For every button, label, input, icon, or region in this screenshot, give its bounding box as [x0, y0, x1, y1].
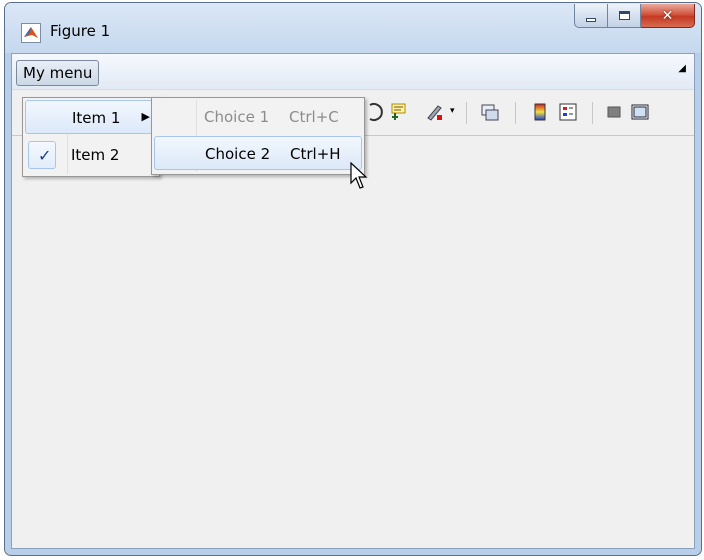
maximize-button[interactable] [608, 4, 641, 28]
link-icon[interactable] [480, 102, 500, 122]
checkmark-box: ✓ [28, 141, 56, 169]
menu-bar: My menu ◢ [12, 54, 694, 90]
submenu-item-label: Choice 1 [204, 108, 270, 126]
menu-item-label: Item 2 [71, 146, 120, 164]
menu-item-item-2[interactable]: ✓ Item 2 [25, 138, 157, 172]
toolbar-separator [466, 102, 467, 124]
window-title: Figure 1 [50, 22, 111, 40]
show-plot-tools-icon[interactable] [630, 102, 650, 122]
toolbar-separator [592, 102, 593, 124]
brush-icon[interactable] [424, 102, 444, 122]
checkmark-icon: ✓ [38, 146, 52, 165]
item-1-submenu: Choice 1 Ctrl+C Choice 2 Ctrl+H [151, 97, 365, 175]
figure-window: Figure 1 ✕ My menu ◢ ▾ [4, 2, 702, 556]
accelerator-label: Ctrl+C [289, 108, 339, 126]
legend-icon[interactable] [558, 102, 578, 122]
title-bar[interactable]: Figure 1 ✕ [5, 3, 701, 53]
submenu-item-choice-2[interactable]: Choice 2 Ctrl+H [154, 136, 362, 170]
mouse-cursor-icon [350, 162, 368, 189]
maximize-icon [618, 11, 630, 20]
toolbar-overflow-icon[interactable]: ◢ [678, 63, 686, 74]
close-button[interactable]: ✕ [641, 4, 695, 28]
hide-plot-tools-icon[interactable] [604, 102, 624, 122]
close-icon: ✕ [661, 7, 674, 24]
submenu-item-choice-1[interactable]: Choice 1 Ctrl+C [154, 100, 362, 134]
menu-item-label: Item 1 [72, 109, 121, 127]
my-menu-dropdown: Item 1 ▶ ✓ Item 2 [22, 97, 160, 177]
my-menu[interactable]: My menu [16, 60, 100, 86]
minimize-button[interactable] [574, 4, 608, 28]
toolbar-separator [515, 102, 516, 124]
rotate-icon[interactable] [366, 102, 386, 122]
colorbar-icon[interactable] [530, 102, 550, 122]
submenu-item-label: Choice 2 [205, 145, 271, 163]
window-controls: ✕ [574, 4, 695, 28]
brush-dropdown-icon[interactable]: ▾ [450, 106, 455, 116]
accelerator-label: Ctrl+H [290, 145, 341, 163]
data-cursor-icon[interactable] [389, 102, 409, 122]
minimize-icon [586, 17, 596, 22]
submenu-arrow-icon: ▶ [141, 110, 150, 123]
menu-item-item-1[interactable]: Item 1 ▶ [25, 100, 157, 134]
matlab-icon [21, 23, 41, 43]
